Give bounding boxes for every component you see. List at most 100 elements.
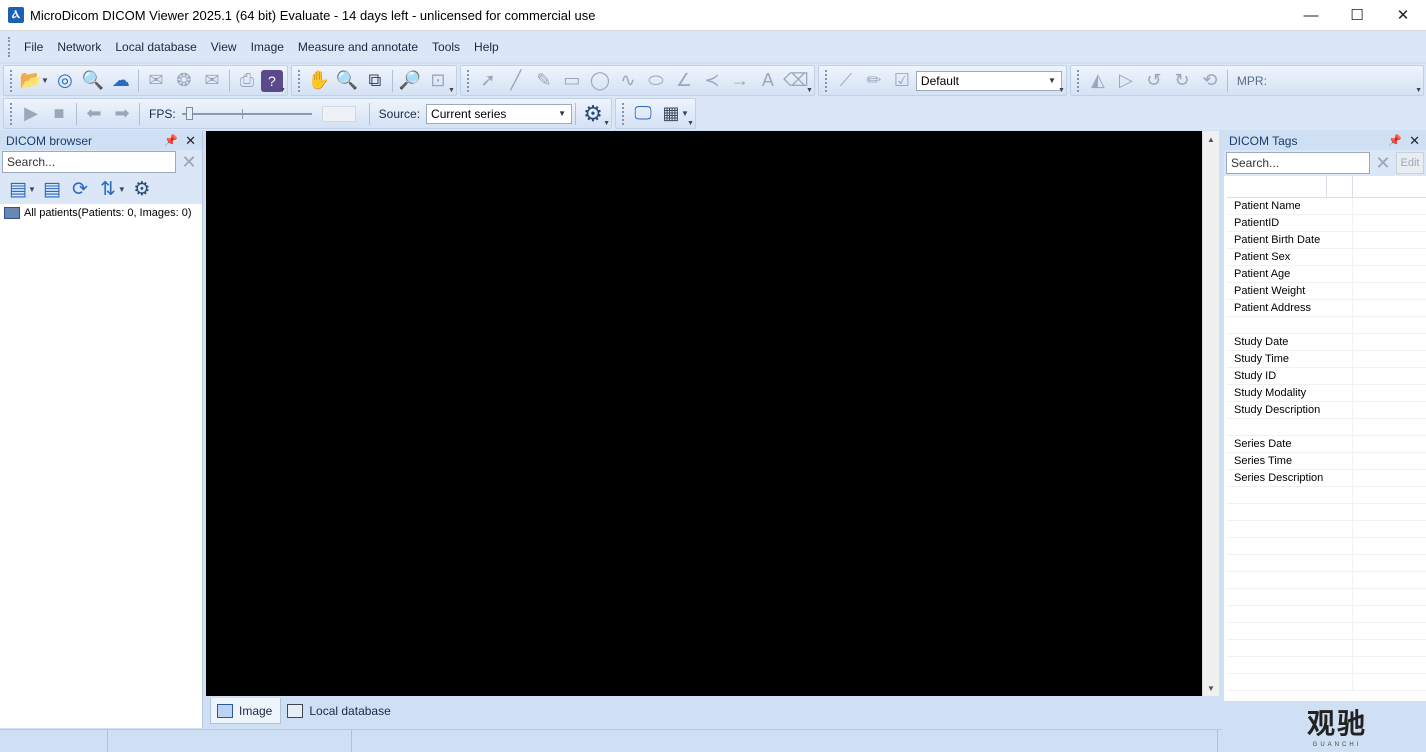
tags-column-header[interactable]	[1227, 176, 1327, 197]
toolbar-options-icon[interactable]: ▼	[806, 87, 813, 94]
menu-grip[interactable]	[8, 36, 11, 57]
tag-row[interactable]	[1227, 538, 1426, 555]
close-button[interactable]: ✕	[1380, 0, 1426, 30]
tab-local-database[interactable]: Local database	[281, 698, 398, 724]
play-icon[interactable]: ▶	[17, 101, 45, 127]
toolbar-options-icon[interactable]: ▼	[279, 87, 286, 94]
tag-row[interactable]	[1227, 317, 1426, 334]
tag-row[interactable]: Series Date	[1227, 436, 1426, 453]
toolbar-grip[interactable]	[10, 102, 13, 125]
select-arrow-icon[interactable]: ➚	[474, 68, 502, 94]
tag-row[interactable]	[1227, 521, 1426, 538]
print-icon[interactable]: ⎙	[233, 68, 261, 94]
angle-icon[interactable]: ∠	[670, 68, 698, 94]
toolbar-grip[interactable]	[10, 69, 13, 92]
zoom-icon[interactable]: 🔍	[333, 68, 361, 94]
toolbar-grip[interactable]	[1076, 69, 1080, 92]
menu-help[interactable]: Help	[467, 40, 506, 54]
arrow-icon[interactable]: →	[726, 68, 754, 94]
minimize-button[interactable]: —	[1288, 0, 1334, 30]
menu-file[interactable]: File	[17, 40, 50, 54]
menu-measure-annotate[interactable]: Measure and annotate	[291, 40, 425, 54]
rotate-right-icon[interactable]: ↻	[1168, 68, 1196, 94]
tag-row[interactable]	[1227, 589, 1426, 606]
closed-polygon-icon[interactable]: ⬭	[642, 68, 670, 94]
edit-button[interactable]: Edit	[1396, 152, 1424, 174]
chevron-down-icon[interactable]: ▼	[118, 185, 126, 194]
fps-slider[interactable]	[181, 106, 312, 121]
cloud-download-icon[interactable]: ☁	[107, 68, 135, 94]
tag-row[interactable]: Patient Name	[1227, 198, 1426, 215]
ellipse-icon[interactable]: ◯	[586, 68, 614, 94]
scroll-down-icon[interactable]: ▼	[1203, 680, 1219, 696]
tag-row[interactable]: Series Time	[1227, 453, 1426, 470]
chevron-down-icon[interactable]: ▼	[555, 107, 569, 121]
menu-image[interactable]: Image	[244, 40, 291, 54]
tag-row[interactable]: Study Date	[1227, 334, 1426, 351]
next-icon[interactable]: ➡	[108, 101, 136, 127]
tag-row[interactable]: Study ID	[1227, 368, 1426, 385]
viewer-scrollbar[interactable]: ▲ ▼	[1202, 131, 1219, 696]
refresh-icon[interactable]: ⟳	[66, 176, 94, 202]
line-style-icon[interactable]: ⟋	[832, 68, 860, 94]
tag-row[interactable]: Study Modality	[1227, 385, 1426, 402]
tag-row[interactable]: Patient Address	[1227, 300, 1426, 317]
cobb-angle-icon[interactable]: ≺	[698, 68, 726, 94]
toolbar-grip[interactable]	[297, 69, 301, 92]
ruler-line-icon[interactable]: ╱	[502, 68, 530, 94]
close-icon[interactable]: ✕	[185, 133, 196, 149]
rectangle-icon[interactable]: ▭	[558, 68, 586, 94]
stop-icon[interactable]: ■	[45, 101, 73, 127]
film-icon[interactable]: ❂	[170, 68, 198, 94]
tag-row[interactable]	[1227, 623, 1426, 640]
tree-root-item[interactable]: All patients(Patients: 0, Images: 0)	[0, 204, 202, 222]
tag-row[interactable]	[1227, 504, 1426, 521]
menu-local-database[interactable]: Local database	[108, 40, 203, 54]
toolbar-grip[interactable]	[622, 102, 625, 125]
chevron-down-icon[interactable]: ▼	[1045, 74, 1059, 88]
toolbar-options-icon[interactable]: ▼	[1415, 87, 1422, 94]
browser-settings-icon[interactable]: ⚙	[128, 176, 156, 202]
toolbar-grip[interactable]	[466, 69, 470, 92]
toolbar-options-icon[interactable]: ▼	[687, 120, 694, 127]
menu-tools[interactable]: Tools	[425, 40, 467, 54]
chevron-down-icon[interactable]: ▼	[28, 185, 36, 194]
tag-row[interactable]	[1227, 572, 1426, 589]
tags-column-header[interactable]	[1327, 176, 1353, 197]
pan-hand-icon[interactable]: ✋	[305, 68, 333, 94]
tag-row[interactable]: Series Description	[1227, 470, 1426, 487]
toolbar-options-icon[interactable]: ▼	[448, 87, 455, 94]
flip-horizontal-icon[interactable]: ◭	[1084, 68, 1112, 94]
pen-icon[interactable]: ✎	[530, 68, 558, 94]
toolbar-options-icon[interactable]: ▼	[603, 120, 610, 127]
zoom-actual-icon[interactable]: 🔎	[396, 68, 424, 94]
toolbar-grip[interactable]	[824, 69, 828, 92]
tag-row[interactable]: Patient Weight	[1227, 283, 1426, 300]
tag-row[interactable]: Study Time	[1227, 351, 1426, 368]
chevron-down-icon[interactable]: ▼	[681, 109, 689, 118]
fps-slider-thumb[interactable]	[185, 106, 193, 120]
tag-row[interactable]	[1227, 606, 1426, 623]
tag-row[interactable]	[1227, 419, 1426, 436]
export-mail-icon[interactable]: ✉	[198, 68, 226, 94]
preset-select[interactable]: Default ▼	[915, 70, 1062, 91]
reset-rotation-icon[interactable]: ⟲	[1196, 68, 1224, 94]
chevron-down-icon[interactable]: ▼	[41, 76, 49, 85]
tag-row[interactable]: Patient Age	[1227, 266, 1426, 283]
close-icon[interactable]: ✕	[1409, 133, 1420, 149]
mail-icon[interactable]: ✉	[142, 68, 170, 94]
tag-row[interactable]	[1227, 555, 1426, 572]
cd-icon[interactable]: ◎	[51, 68, 79, 94]
tag-row[interactable]: PatientID	[1227, 215, 1426, 232]
freehand-icon[interactable]: ∿	[614, 68, 642, 94]
tag-row[interactable]	[1227, 640, 1426, 657]
tag-row[interactable]: Study Description	[1227, 402, 1426, 419]
tag-row[interactable]	[1227, 487, 1426, 504]
tags-search-input[interactable]: Search...	[1226, 152, 1370, 174]
menu-view[interactable]: View	[204, 40, 244, 54]
toolbar-options-icon[interactable]: ▼	[1058, 87, 1065, 94]
source-select[interactable]: Current series ▼	[426, 103, 573, 124]
tag-row[interactable]	[1227, 657, 1426, 674]
rotate-left-icon[interactable]: ↺	[1140, 68, 1168, 94]
scroll-up-icon[interactable]: ▲	[1203, 131, 1219, 147]
